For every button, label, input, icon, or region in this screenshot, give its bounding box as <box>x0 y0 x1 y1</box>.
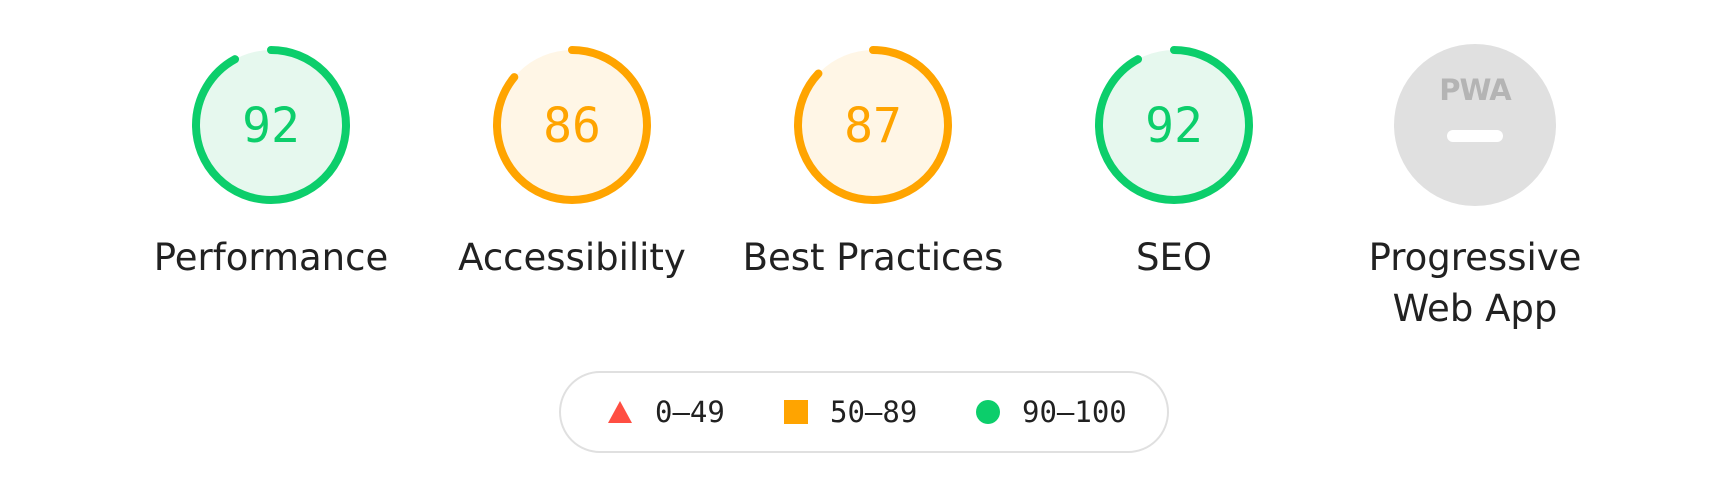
category-label: Progressive Web App <box>1330 232 1620 334</box>
category-label: Accessibility <box>458 236 686 279</box>
category-label: Performance <box>153 236 389 279</box>
gauge-pwa[interactable]: PWA Progressive Web App <box>1330 44 1620 334</box>
red-triangle-icon <box>608 401 632 423</box>
score-value: 86 <box>543 98 601 154</box>
score-ring-seo: 92 <box>1095 46 1253 204</box>
score-gauges: 92 Performance 86 Accessibility 87 Best … <box>0 0 1713 340</box>
pwa-badge: PWA <box>1394 44 1556 206</box>
category-label-line1: Progressive <box>1368 236 1582 279</box>
score-ring-performance: 92 <box>192 46 350 204</box>
legend-range-pass: 90–100 <box>1022 395 1127 429</box>
legend-item-pass: 90–100 <box>976 373 1127 451</box>
not-applicable-dash-icon <box>1447 130 1503 142</box>
orange-square-icon <box>784 400 808 424</box>
legend-item-fail: 0–49 <box>607 373 725 451</box>
score-value: 87 <box>844 98 902 154</box>
score-value: 92 <box>1145 98 1203 154</box>
legend-range-average: 50–89 <box>830 395 918 429</box>
gauge-best-practices[interactable]: 87 Best Practices <box>728 44 1018 283</box>
pwa-logo-text: PWA <box>1439 73 1512 107</box>
gauge-performance[interactable]: 92 Performance <box>126 44 416 283</box>
lighthouse-scores: 92 Performance 86 Accessibility 87 Best … <box>0 0 1713 478</box>
score-ring-accessibility: 86 <box>493 46 651 204</box>
category-label: SEO <box>1136 236 1212 279</box>
score-value: 92 <box>242 98 300 154</box>
gauge-accessibility[interactable]: 86 Accessibility <box>427 44 717 283</box>
legend-item-average: 50–89 <box>784 373 917 451</box>
gauge-seo[interactable]: 92 SEO <box>1029 44 1319 283</box>
score-ring-best-practices: 87 <box>794 46 952 204</box>
score-scale-legend: 0–49 50–89 90–100 <box>559 371 1169 453</box>
legend-range-fail: 0–49 <box>655 395 725 429</box>
gauge-background <box>1394 44 1556 206</box>
category-label-line2: Web App <box>1392 287 1558 330</box>
green-circle-icon <box>976 400 1000 424</box>
category-label: Best Practices <box>742 236 1004 279</box>
